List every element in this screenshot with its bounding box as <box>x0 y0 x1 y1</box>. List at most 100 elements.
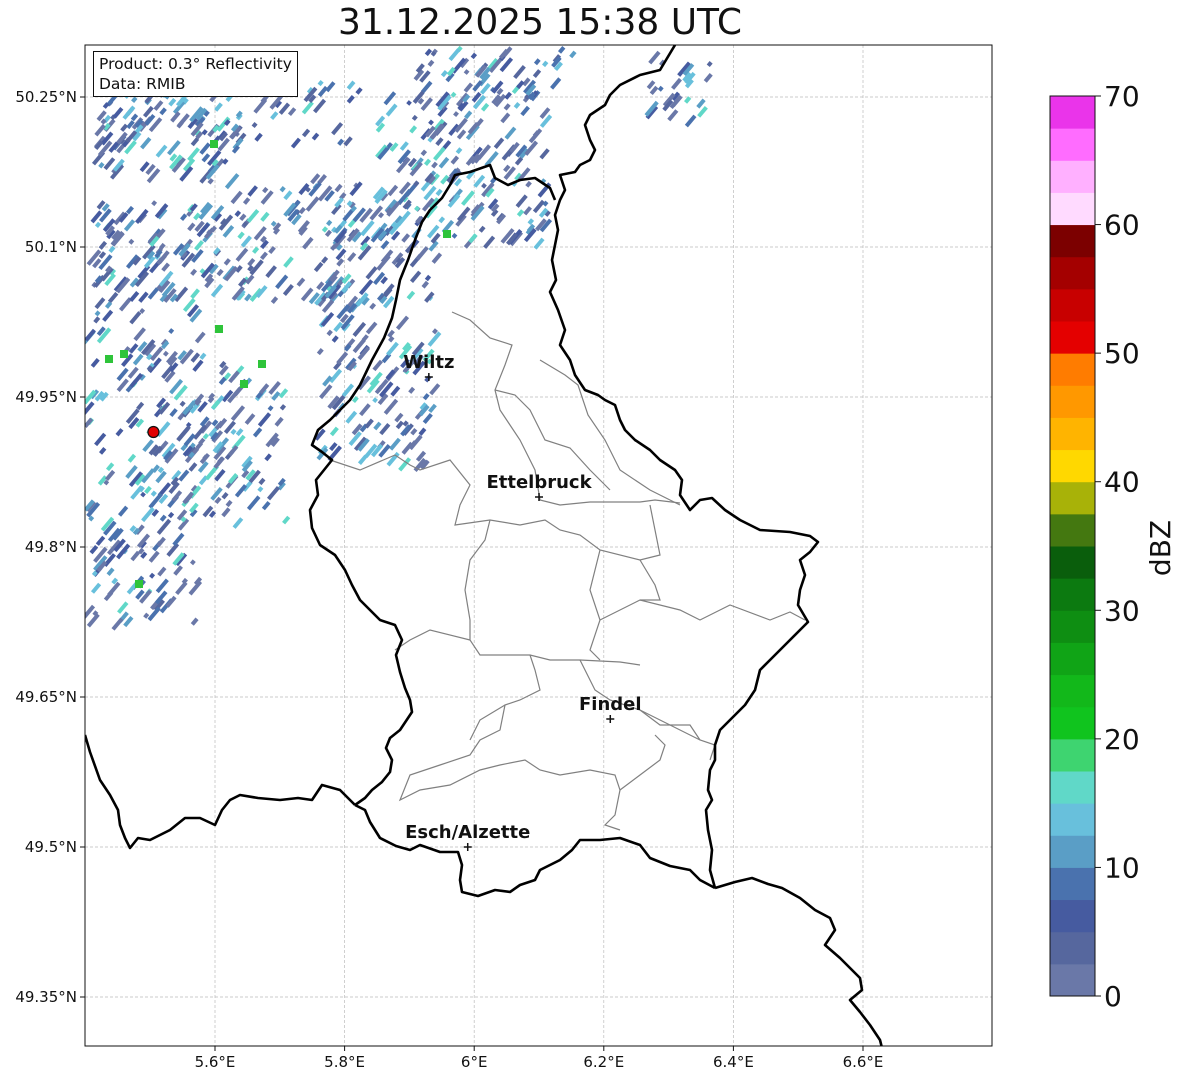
radar-pixel <box>525 180 532 188</box>
radar-pixel <box>172 532 185 547</box>
radar-pixel <box>247 258 256 267</box>
radar-pixel <box>106 567 115 576</box>
radar-pixel <box>275 274 289 290</box>
radar-pixel <box>424 374 432 383</box>
radar-pixel <box>463 69 470 75</box>
radar-pixel <box>428 119 434 126</box>
radar-pixel <box>168 328 175 335</box>
radar-pixel <box>120 123 129 132</box>
radar-pixel <box>215 325 223 333</box>
radar-pixel <box>438 216 446 224</box>
colorbar-label: dBZ <box>1144 520 1177 576</box>
radar-site-marker <box>147 425 160 439</box>
radar-pixel <box>190 288 200 299</box>
radar-pixel <box>221 491 229 500</box>
radar-pixel <box>329 368 343 384</box>
radar-pixel <box>94 221 102 228</box>
radar-pixel <box>230 190 243 205</box>
colorbar-segment <box>1050 771 1095 804</box>
colorbar-segment <box>1050 835 1095 868</box>
radar-pixel <box>365 321 378 335</box>
radar-pixel <box>93 316 101 324</box>
radar-pixel <box>569 50 577 59</box>
radar-pixel <box>326 329 333 337</box>
radar-pixel <box>470 52 478 60</box>
radar-pixel <box>383 398 399 415</box>
city-marker <box>463 843 472 851</box>
data-source-label: Data: RMIB <box>99 75 186 93</box>
radar-pixel <box>513 65 526 80</box>
radar-pixel <box>671 77 682 90</box>
colorbar-segment <box>1050 449 1095 483</box>
radar-pixel <box>240 235 252 248</box>
radar-pixel <box>435 137 444 146</box>
radar-pixel <box>431 252 443 264</box>
radar-pixel <box>223 258 231 266</box>
radar-pixel <box>301 128 311 138</box>
radar-pixel <box>123 219 136 232</box>
radar-pixel <box>260 211 270 222</box>
radar-pixel <box>385 103 398 117</box>
radar-pixel <box>364 418 374 429</box>
radar-pixel <box>410 427 418 436</box>
colorbar-tick-label: 20 <box>1104 723 1140 756</box>
radar-pixel <box>242 197 251 205</box>
colorbar-segment <box>1050 963 1095 997</box>
radar-pixel <box>260 251 268 260</box>
radar-pixel <box>244 413 256 425</box>
city-label: Wiltz <box>403 352 454 373</box>
radar-pixel <box>369 302 377 310</box>
radar-pixel <box>117 601 129 614</box>
radar-pixel <box>156 536 166 547</box>
radar-pixel <box>265 265 277 278</box>
radar-pixel <box>516 209 525 217</box>
city-label: Findel <box>579 694 642 715</box>
radar-pixel <box>320 311 335 327</box>
radar-pixel <box>168 97 177 107</box>
radar-pixel <box>684 114 697 128</box>
radar-pixel <box>317 80 324 87</box>
radar-pixel <box>455 147 463 155</box>
radar-pixel <box>157 566 167 577</box>
colorbar-segment <box>1050 288 1095 322</box>
radar-pixel <box>103 157 116 171</box>
radar-pixel <box>135 208 149 224</box>
radar-pixel <box>399 141 409 151</box>
colorbar-segment <box>1050 867 1095 901</box>
radar-pixel <box>86 613 100 628</box>
radar-pixel <box>140 137 152 150</box>
radar-pixel <box>235 428 244 437</box>
radar-pixel <box>311 132 320 141</box>
radar-pixel <box>282 284 294 296</box>
radar-pixel <box>85 401 95 416</box>
radar-pixel <box>336 351 349 365</box>
radar-pixel <box>95 535 106 546</box>
radar-pixel <box>438 156 450 169</box>
radar-pixel <box>270 111 279 120</box>
radar-pixel <box>190 617 199 626</box>
radar-pixel <box>440 69 448 78</box>
colorbar-segment <box>1050 417 1095 451</box>
radar-pixel <box>435 188 443 197</box>
radar-pixel <box>161 262 170 272</box>
radar-pixel <box>500 112 511 124</box>
colorbar-segment <box>1050 642 1095 676</box>
radar-pixel <box>94 297 106 310</box>
colorbar-tick-label: 60 <box>1104 209 1140 242</box>
radar-pixel <box>448 48 461 62</box>
radar-pixel <box>148 550 160 563</box>
radar-pixel <box>231 145 240 154</box>
radar-pixel <box>169 408 178 418</box>
radar-pixel <box>422 393 430 401</box>
radar-pixel <box>493 137 505 149</box>
radar-pixel <box>443 230 451 238</box>
radar-pixel <box>321 256 329 264</box>
radar-pixel <box>270 296 279 305</box>
radar-pixel <box>484 151 499 167</box>
city-marker <box>535 493 543 501</box>
radar-pixel <box>155 144 168 158</box>
radar-pixel <box>527 218 535 226</box>
radar-pixel <box>129 311 142 325</box>
radar-pixel <box>377 212 385 219</box>
radar-pixel <box>347 252 357 262</box>
